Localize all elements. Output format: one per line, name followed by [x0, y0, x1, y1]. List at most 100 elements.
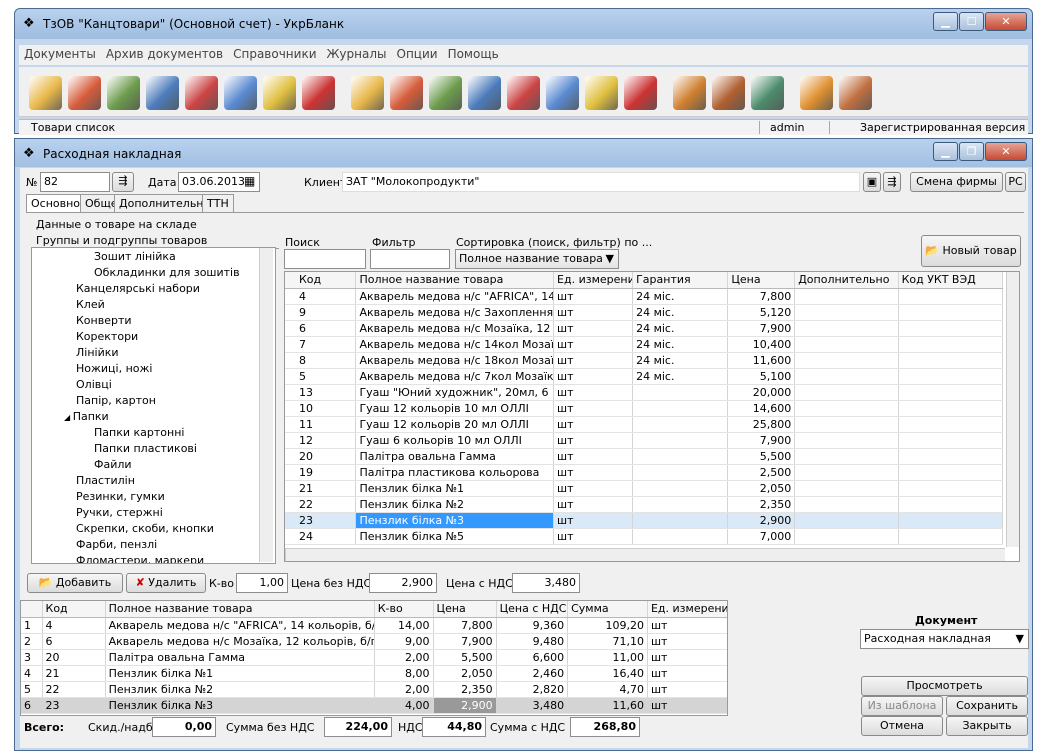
table-row[interactable]: 2 6 Акварель медова н/с Мозаїка, 12 кольор…	[21, 633, 727, 650]
user-settings-icon[interactable]	[751, 76, 784, 110]
change-firm-button[interactable]: Смена фирмы	[910, 172, 1003, 192]
tree-item[interactable]: Папки пластикові	[94, 442, 197, 455]
maximize-button[interactable]: ☐	[959, 12, 984, 31]
tree-item[interactable]: Зошит лінійка	[94, 250, 176, 263]
menu-item-2[interactable]: Справочники	[228, 45, 321, 63]
money-out2-icon[interactable]	[507, 76, 540, 110]
lines-col-header[interactable]: Ед. измерения	[647, 601, 727, 618]
check-icon[interactable]	[302, 76, 335, 110]
menu-item-1[interactable]: Архив документов	[101, 45, 228, 63]
table-row[interactable]: 21 Пензлик білка №1 шт 2,050	[285, 480, 1004, 497]
tab-3[interactable]: ТТН	[202, 194, 234, 212]
discount-field[interactable]: 0,00	[152, 717, 216, 737]
calendar-icon[interactable]: ▦	[244, 174, 255, 188]
client-card-button[interactable]: ▣	[863, 172, 881, 192]
table-row[interactable]: 9Акварель медова н/с Захоплення, 8 кшт24…	[285, 304, 1004, 321]
expand-icon[interactable]: ◢	[64, 413, 73, 422]
tree-item[interactable]: Резинки, гумки	[76, 490, 165, 503]
tree-item[interactable]: Клей	[76, 298, 105, 311]
category-tree[interactable]: Зошит лінійка Обкладинки для зошитів Канце…	[31, 247, 276, 564]
table-row[interactable]: 7 Акварель медова н/с 14кол Мозаїка, шт 24 …	[285, 336, 1004, 353]
grid-col-header[interactable]: Цена	[727, 272, 796, 289]
save-button[interactable]: Сохранить	[946, 696, 1028, 716]
grid-hscrollbar[interactable]	[285, 548, 1005, 561]
lines-col-header[interactable]: Цена	[433, 601, 497, 618]
tree-item[interactable]: Фарби, пензлі	[76, 538, 157, 551]
tree-item[interactable]: Обкладинки для зошитів	[94, 266, 240, 279]
tree-item[interactable]: Пластилін	[76, 474, 135, 487]
edit-doc2-icon[interactable]	[351, 76, 384, 110]
tree-item[interactable]: Олівці	[76, 378, 112, 391]
table-icon[interactable]	[107, 76, 140, 110]
tree-scrollbar[interactable]	[259, 248, 273, 562]
qty-input[interactable]: 1,00	[236, 573, 288, 593]
lines-col-header[interactable]: Цена с НДС	[496, 601, 569, 618]
delete-button[interactable]: ✘ Удалить	[126, 573, 206, 593]
table-row[interactable]: 3 20 Палітра овальна Гамма 2,00 5,500 6,600 11…	[21, 649, 727, 666]
preview-button[interactable]: Просмотреть	[861, 676, 1028, 696]
tree-item[interactable]: ◢ Папки	[64, 410, 109, 423]
rs-button[interactable]: РС	[1005, 172, 1026, 192]
cancel-button[interactable]: Отмена	[861, 716, 943, 736]
lines-col-header[interactable]: Полное название товара	[105, 601, 375, 618]
grid-scrollbar[interactable]	[1006, 272, 1019, 547]
table-row[interactable]: 6 23 Пензлик білка №3 4,00 2,900 3,480 11,60 шт	[21, 697, 727, 714]
grid-col-header[interactable]: Полное название товара	[355, 272, 555, 289]
client-field[interactable]: ЗАТ "Молокопродукти"	[342, 172, 860, 192]
lines-col-header[interactable]: Код	[42, 601, 106, 618]
table-row[interactable]: 1 4 Акварель медова н/с "AFRICA", 14 кольо…	[21, 617, 727, 634]
doc-minimize-button[interactable]: ▁	[933, 142, 958, 161]
search-input[interactable]	[284, 249, 366, 269]
tree-item[interactable]: Конверти	[76, 314, 132, 327]
grid-col-header[interactable]: Код	[285, 272, 357, 289]
tree-item[interactable]: Фломастери, маркери	[76, 554, 204, 563]
menu-item-4[interactable]: Опции	[392, 45, 443, 63]
grid-col-header[interactable]: Гарантия	[632, 272, 729, 289]
table-row[interactable]: 5 22 Пензлик білка №2 2,00 2,350 2,820 4,70 шт	[21, 681, 727, 698]
lines-col-header[interactable]: Сумма	[567, 601, 648, 618]
price-input[interactable]: 2,900	[369, 573, 437, 593]
grid-col-header[interactable]: Код УКТ ВЭД	[898, 272, 1004, 289]
table-row[interactable]: 12 Гуаш 6 кольорів 10 мл ОЛЛІ шт 7,900	[285, 432, 1004, 449]
tree-item[interactable]: Папки картонні	[94, 426, 184, 439]
filter-input[interactable]	[370, 249, 450, 269]
tree-item[interactable]: Ножиці, ножі	[76, 362, 152, 375]
menu-item-3[interactable]: Журналы	[322, 45, 392, 63]
grid-col-header[interactable]: Ед. измерения	[553, 272, 634, 289]
money2-icon[interactable]	[468, 76, 501, 110]
edit-doc-icon[interactable]	[29, 76, 62, 110]
num-field[interactable]: 82	[40, 172, 110, 192]
tree-item[interactable]: Канцелярські набори	[76, 282, 200, 295]
invoice2-icon[interactable]	[390, 76, 423, 110]
add-button[interactable]: 📂 Добавить	[27, 573, 123, 593]
tools-icon[interactable]	[800, 76, 833, 110]
price-vat-input[interactable]: 3,480	[512, 573, 580, 593]
sort-select[interactable]: Полное название товара ▼	[455, 249, 619, 269]
tree-item[interactable]: Лінійки	[76, 346, 119, 359]
table-row[interactable]: 11 Гуаш 12 кольорів 20 мл ОЛЛІ шт 25,800	[285, 416, 1004, 433]
table-row[interactable]: 19 Палітра пластикова кольорова шт 2,500	[285, 464, 1004, 481]
package-icon[interactable]	[712, 76, 745, 110]
document-type-select[interactable]: Расходная накладная ▼	[860, 629, 1029, 649]
table-row[interactable]: 20 Палітра овальна Гамма шт 5,500	[285, 448, 1004, 465]
lines-col-header[interactable]: К-во	[374, 601, 434, 618]
tree-item[interactable]: Коректори	[76, 330, 138, 343]
minimize-button[interactable]: ▁	[933, 12, 958, 31]
menu-item-0[interactable]: Документы	[19, 45, 101, 63]
grid-col-header[interactable]: Дополнительно	[794, 272, 899, 289]
doc-restore-button[interactable]: ❐	[959, 142, 984, 161]
tree-item[interactable]: Ручки, стержні	[76, 506, 163, 519]
tab-2[interactable]: Дополнительно	[114, 194, 216, 212]
products-grid[interactable]: КодПолное название товараЕд. измеренияГа…	[284, 271, 1020, 562]
check2-icon[interactable]	[624, 76, 657, 110]
report-icon[interactable]	[263, 76, 296, 110]
close-doc-button[interactable]: Закрыть	[946, 716, 1028, 736]
table-row[interactable]: 22 Пензлик білка №2 шт 2,350	[285, 496, 1004, 513]
from-template-button[interactable]: Из шаблона	[861, 696, 943, 716]
table-row[interactable]: 4 21 Пензлик білка №1 8,00 2,050 2,460 16,40 шт	[21, 665, 727, 682]
exit-icon[interactable]	[839, 76, 872, 110]
close-button[interactable]: ✕	[985, 12, 1027, 31]
money-out-icon[interactable]	[185, 76, 218, 110]
new-item-button[interactable]: 📂 Новый товар	[921, 235, 1021, 267]
table-row[interactable]: 23 Пензлик білка №3 шт 2,900	[285, 512, 1004, 529]
